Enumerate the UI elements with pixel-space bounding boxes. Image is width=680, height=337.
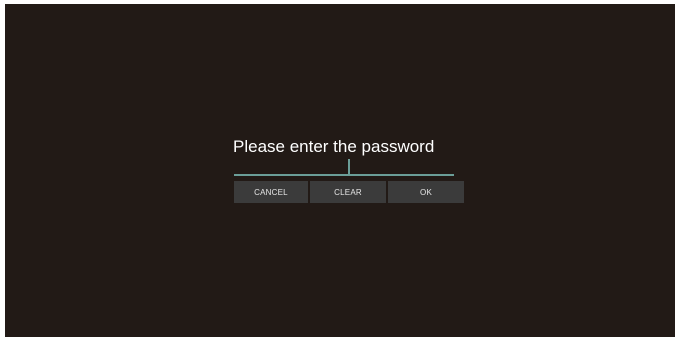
- text-caret: [348, 159, 350, 174]
- ok-button[interactable]: OK: [388, 181, 464, 203]
- password-prompt: Please enter the password: [233, 137, 435, 156]
- clear-button[interactable]: CLEAR: [310, 181, 386, 203]
- button-row: CANCEL CLEAR OK: [234, 181, 464, 203]
- password-input[interactable]: [234, 159, 454, 176]
- password-screen: Please enter the password CANCEL CLEAR O…: [5, 4, 675, 337]
- cancel-button[interactable]: CANCEL: [234, 181, 308, 203]
